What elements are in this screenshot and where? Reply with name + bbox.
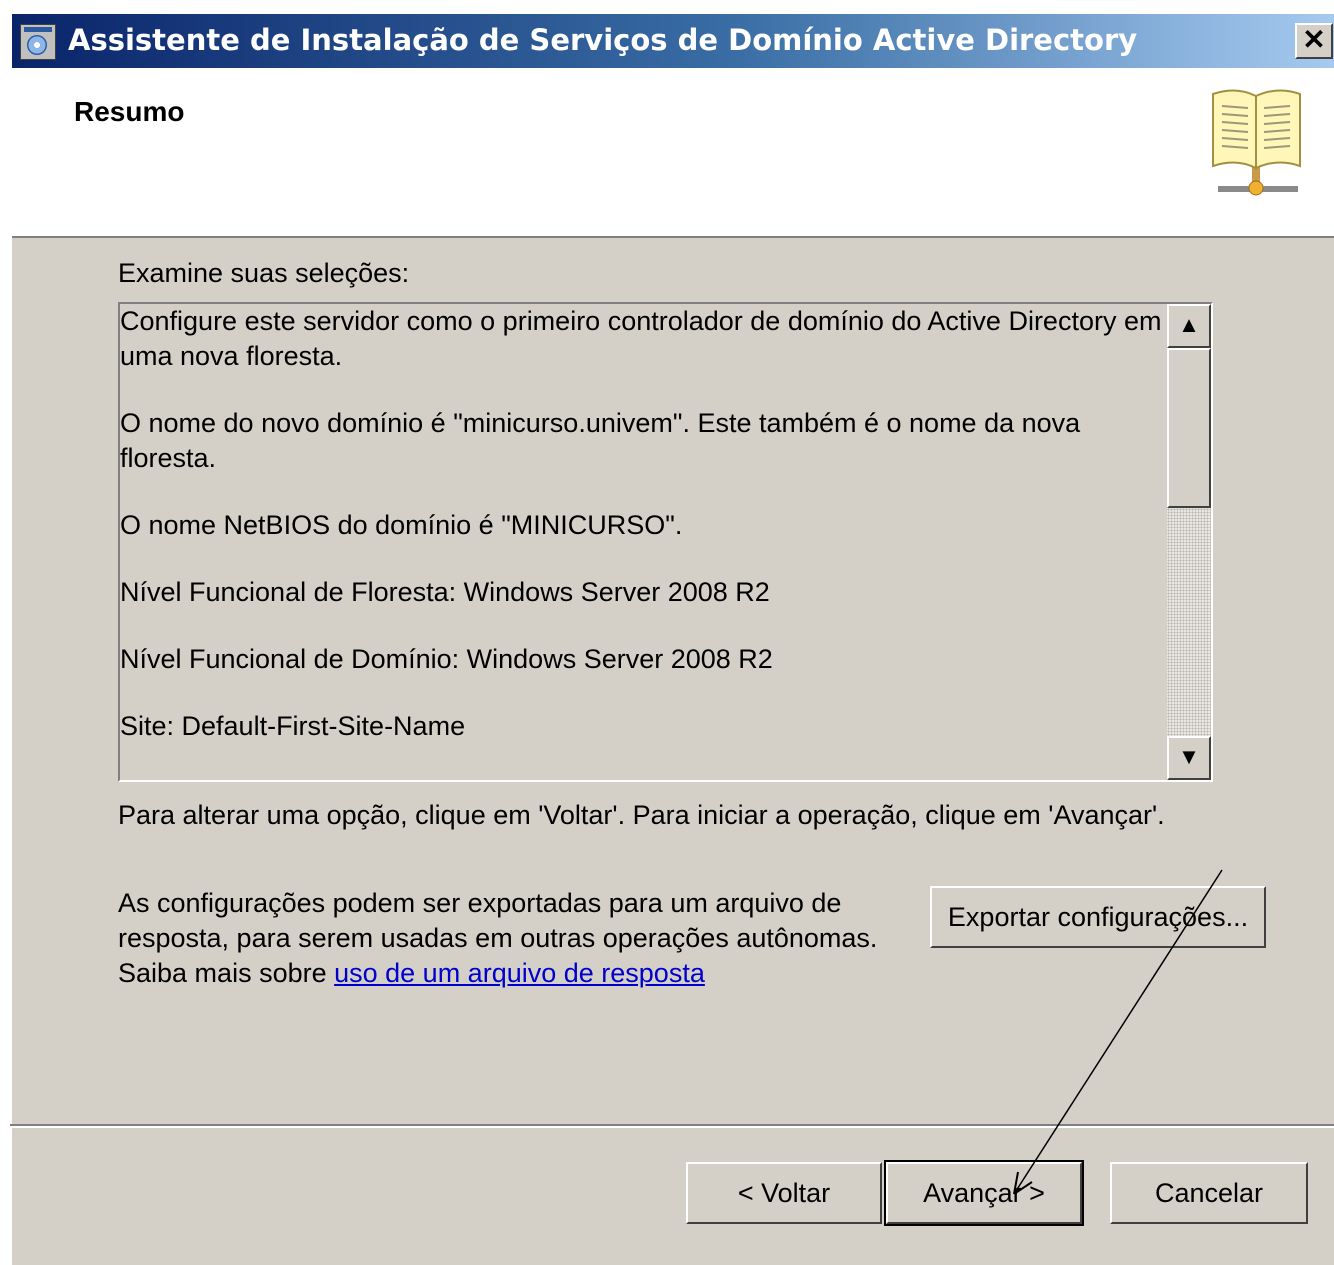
summary-line: Configure este servidor como o primeiro …	[120, 306, 1162, 371]
summary-line: Nível Funcional de Domínio: Windows Serv…	[120, 644, 773, 674]
scroll-down-button[interactable]: ▼	[1167, 736, 1211, 780]
instruction-text: Para alterar uma opção, clique em 'Volta…	[118, 800, 1165, 830]
app-icon	[20, 24, 56, 60]
summary-line: O nome do novo domínio é "minicurso.univ…	[120, 408, 1081, 473]
title-bar[interactable]: Assistente de Instalação de Serviços de …	[12, 14, 1334, 68]
review-label: Examine suas seleções:	[118, 258, 410, 288]
summary-textbox[interactable]: Configure este servidor como o primeiro …	[118, 302, 1213, 782]
summary-line: Nível Funcional de Floresta: Windows Ser…	[120, 577, 770, 607]
footer-divider	[10, 1124, 1334, 1128]
learn-more-text: Saiba mais sobre	[118, 958, 335, 988]
export-settings-button[interactable]: Exportar configurações...	[930, 886, 1266, 948]
vertical-scrollbar[interactable]: ▲ ▼	[1167, 304, 1211, 780]
window-title: Assistente de Instalação de Serviços de …	[68, 23, 1138, 57]
export-description-text: As configurações podem ser exportadas pa…	[118, 888, 878, 953]
close-button[interactable]: ✕	[1295, 23, 1333, 59]
page-title: Resumo	[74, 96, 185, 127]
back-button[interactable]: < Voltar	[686, 1162, 882, 1224]
book-network-icon	[1212, 89, 1301, 196]
summary-text: Configure este servidor como o primeiro …	[120, 304, 1166, 776]
scroll-thumb[interactable]	[1167, 348, 1211, 508]
scroll-up-button[interactable]: ▲	[1167, 304, 1211, 348]
summary-line: Site: Default-First-Site-Name	[120, 711, 466, 741]
answer-file-link[interactable]: uso de um arquivo de resposta	[334, 958, 705, 988]
cancel-button[interactable]: Cancelar	[1110, 1162, 1308, 1224]
export-description: As configurações podem ser exportadas pa…	[118, 886, 918, 991]
wizard-header: Resumo	[12, 68, 1334, 238]
summary-line: O nome NetBIOS do domínio é "MINICURSO".	[120, 510, 683, 540]
next-button[interactable]: Avançar >	[884, 1160, 1084, 1226]
